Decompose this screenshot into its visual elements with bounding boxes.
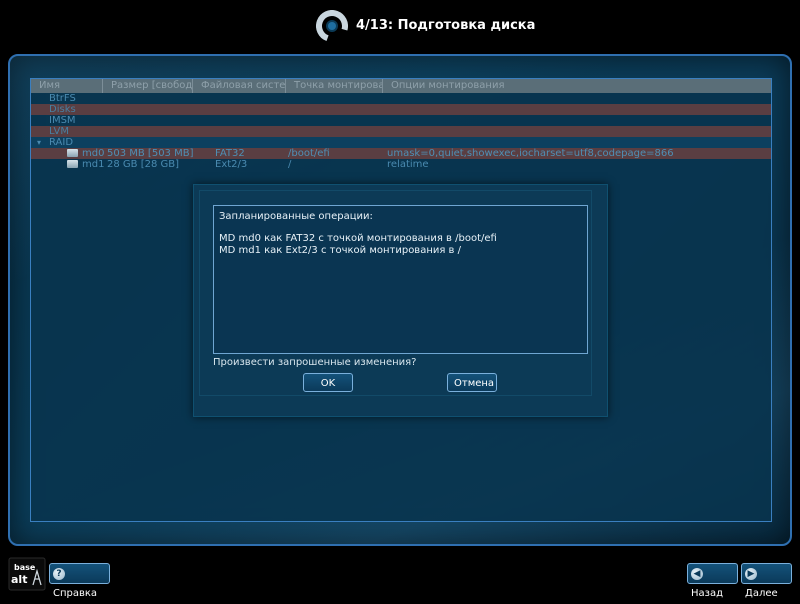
group-label: IMSM <box>49 115 76 126</box>
row-mountpoint: /boot/efi <box>288 148 330 159</box>
column-header-mountpoint[interactable]: Точка монтирования <box>286 79 383 93</box>
installer-ring-icon <box>316 10 348 42</box>
column-header-filesystem[interactable]: Файловая система <box>193 79 286 93</box>
logo-text-bottom: alt <box>11 573 27 586</box>
planned-operations-box[interactable]: Запланированные операции: MD md0 как FAT… <box>213 205 588 354</box>
row-name: md0 <box>82 148 105 159</box>
operation-item: MD md1 как Ext2/3 с точкой монтирования … <box>219 245 462 256</box>
row-filesystem: Ext2/3 <box>215 159 248 170</box>
cancel-button[interactable]: Отмена <box>447 373 497 392</box>
help-label: Справка <box>53 588 98 599</box>
expander-icon[interactable]: ▾ <box>37 137 41 148</box>
table-header: Имя Размер [свободно] Файловая система Т… <box>31 79 771 93</box>
group-label: BtrFS <box>49 93 76 104</box>
confirm-dialog: Запланированные операции: MD md0 как FAT… <box>193 184 608 417</box>
operations-heading: Запланированные операции: <box>219 211 373 222</box>
group-label: RAID <box>49 137 74 148</box>
column-header-size[interactable]: Размер [свободно] <box>103 79 193 93</box>
column-header-options[interactable]: Опции монтирования <box>383 79 771 93</box>
tree-group-btrfs[interactable]: BtrFS <box>31 93 771 104</box>
arrow-right-icon: ▶ <box>745 568 757 580</box>
tree-group-raid[interactable]: ▾ RAID <box>31 137 771 148</box>
tree-group-lvm[interactable]: LVM <box>31 126 771 137</box>
column-header-name[interactable]: Имя <box>31 79 103 93</box>
operation-item: MD md0 как FAT32 с точкой монтирования в… <box>219 233 497 244</box>
question-icon: ? <box>53 568 65 580</box>
back-button[interactable]: ◀ Назад <box>687 563 738 599</box>
row-mountpoint: / <box>288 159 292 170</box>
row-options: umask=0,quiet,showexec,iocharset=utf8,co… <box>387 148 674 159</box>
table-row[interactable]: md0 503 MB [503 MB] FAT32 /boot/efi umas… <box>31 148 771 159</box>
ok-button[interactable]: OK <box>303 373 353 392</box>
row-options: relatime <box>387 159 429 170</box>
row-size: 28 GB [28 GB] <box>107 159 180 170</box>
drive-icon <box>67 160 78 168</box>
arrow-left-icon: ◀ <box>691 568 703 580</box>
row-name: md1 <box>82 159 105 170</box>
table-row[interactable]: md1 28 GB [28 GB] Ext2/3 / relatime <box>31 159 771 170</box>
logo-text-top: base <box>14 563 36 572</box>
next-label: Далее <box>745 588 778 599</box>
basealt-logo: base alt <box>8 557 46 591</box>
next-button[interactable]: ▶ Далее <box>741 563 792 599</box>
confirm-question: Произвести запрошенные изменения? <box>213 357 417 368</box>
drive-icon <box>67 149 78 157</box>
page-title: 4/13: Подготовка диска <box>356 18 536 33</box>
header: 4/13: Подготовка диска <box>0 0 800 52</box>
tree-group-imsm[interactable]: IMSM <box>31 115 771 126</box>
back-label: Назад <box>691 588 724 599</box>
tree-group-disks[interactable]: Disks <box>31 104 771 115</box>
row-size: 503 MB [503 MB] <box>107 148 194 159</box>
group-label: Disks <box>49 104 76 115</box>
group-label: LVM <box>49 126 69 137</box>
help-button[interactable]: ? Справка <box>49 563 110 599</box>
row-filesystem: FAT32 <box>215 148 245 159</box>
